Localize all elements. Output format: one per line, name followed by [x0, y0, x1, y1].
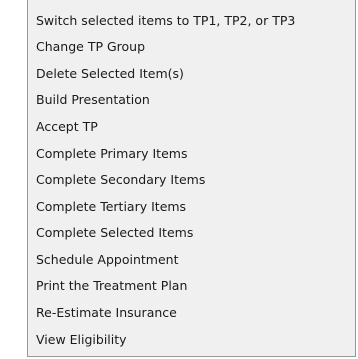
menu-item-delete-selected[interactable]: Delete Selected Item(s) — [28, 63, 355, 85]
menu-item-schedule-appointment[interactable]: Schedule Appointment — [28, 249, 355, 271]
menu-item-switch-tp[interactable]: Switch selected items to TP1, TP2, or TP… — [28, 10, 355, 32]
menu-item-complete-selected[interactable]: Complete Selected Items — [28, 222, 355, 244]
menu-item-build-presentation[interactable]: Build Presentation — [28, 89, 355, 111]
menu-item-change-tp-group[interactable]: Change TP Group — [28, 36, 355, 58]
context-menu: Switch selected items to TP1, TP2, or TP… — [27, 0, 356, 357]
menu-item-accept-tp[interactable]: Accept TP — [28, 116, 355, 138]
menu-item-complete-secondary[interactable]: Complete Secondary Items — [28, 169, 355, 191]
menu-item-re-estimate-insurance[interactable]: Re-Estimate Insurance — [28, 302, 355, 324]
menu-item-complete-primary[interactable]: Complete Primary Items — [28, 143, 355, 165]
menu-item-complete-tertiary[interactable]: Complete Tertiary Items — [28, 196, 355, 218]
menu-item-print-treatment-plan[interactable]: Print the Treatment Plan — [28, 275, 355, 297]
menu-item-view-eligibility[interactable]: View Eligibility — [28, 329, 355, 351]
